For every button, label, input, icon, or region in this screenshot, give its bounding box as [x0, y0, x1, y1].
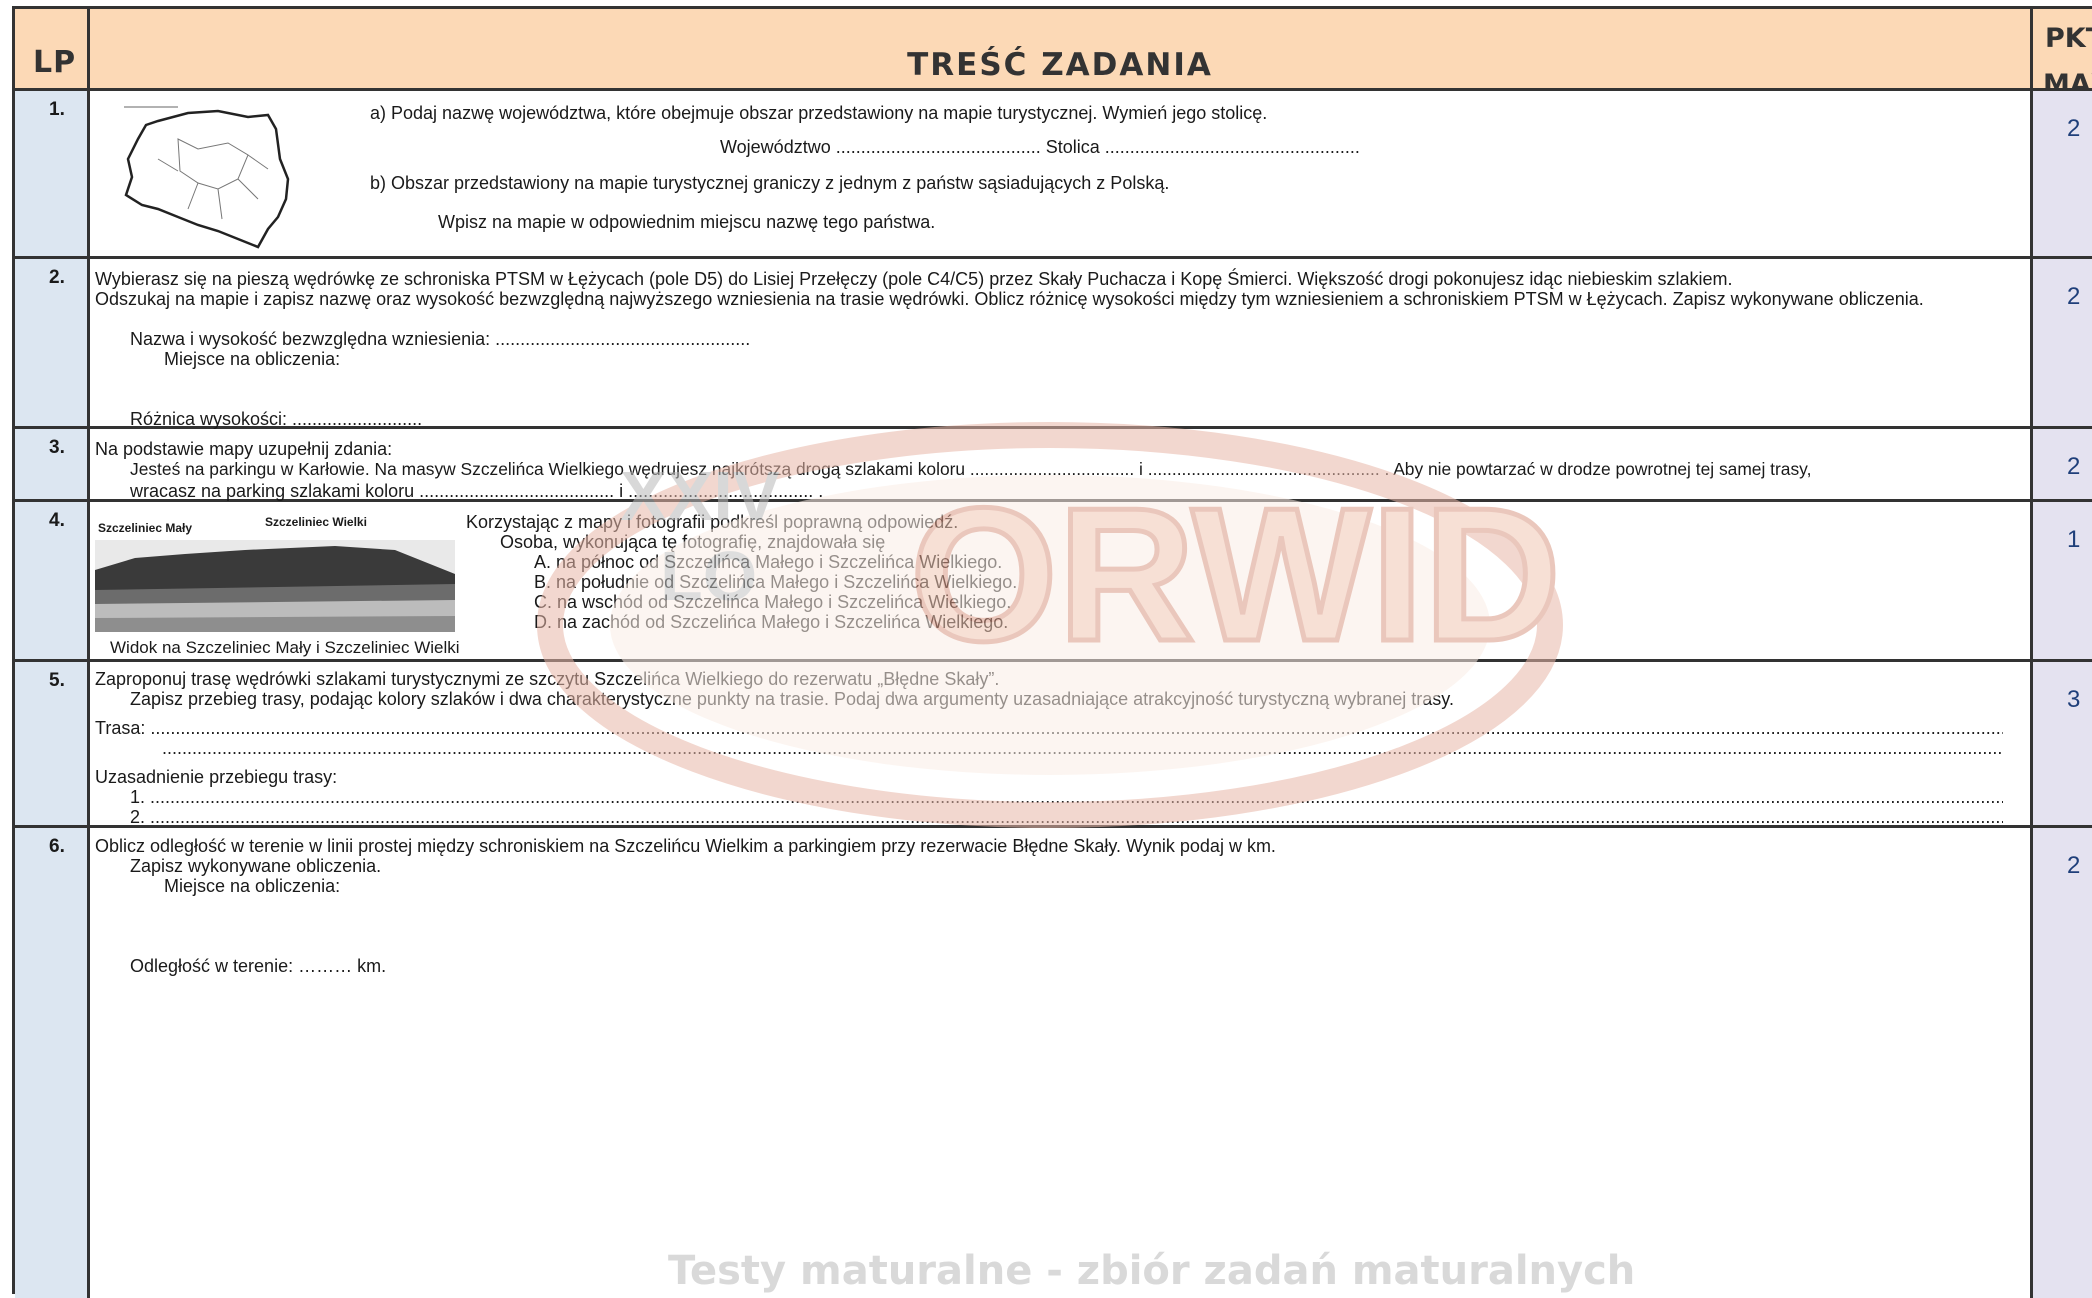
photo-label-right: Szczeliniec Wielki	[265, 515, 367, 529]
task5-justification-label: Uzasadnienie przebiegu trasy:	[95, 767, 338, 787]
task2-answer-diff: Różnica wysokości: .....................…	[130, 409, 423, 429]
pkt-cell: 2	[2033, 259, 2092, 426]
task-number: 1.	[49, 99, 65, 120]
task1-question-a: a) Podaj nazwę województwa, które obejmu…	[370, 103, 1268, 123]
table-header: LP TREŚĆ ZADANIA PKT MAX	[15, 9, 2092, 100]
lp-cell: 3.	[15, 429, 90, 499]
task1-instruction: Wpisz na mapie w odpowiednim miejscu naz…	[438, 212, 936, 232]
task-points: 3	[2067, 686, 2081, 713]
lp-cell: 2.	[15, 259, 90, 426]
lp-cell: 5.	[15, 662, 90, 825]
header-title: TREŚĆ ZADANIA	[907, 47, 1213, 83]
task-number: 5.	[49, 670, 65, 691]
task2-question: Odszukaj na mapie i zapisz nazwę oraz wy…	[95, 289, 1924, 309]
task4-instruction: Korzystając z mapy i fotografii podkreśl…	[466, 512, 959, 532]
task2-answer-name: Nazwa i wysokość bezwzględna wzniesienia…	[130, 329, 751, 349]
task5-question: Zapisz przebieg trasy, podając kolory sz…	[130, 689, 1454, 709]
task-number: 3.	[49, 437, 65, 458]
task-row-3: 3. Na podstawie mapy uzupełnij zdania: J…	[15, 429, 2092, 502]
photo-caption: Widok na Szczeliniec Mały i Szczeliniec …	[110, 638, 460, 657]
photo-label-left: Szczeliniec Mały	[98, 521, 193, 535]
task-points: 1	[2067, 526, 2081, 553]
task5-route-line-2: ........................................…	[162, 738, 2002, 758]
task-row-1: 1. a) Podaj nazwę województwa, które obe…	[15, 91, 2092, 259]
task-number: 4.	[49, 510, 65, 531]
task3-intro: Na podstawie mapy uzupełnij zdania:	[95, 439, 393, 459]
header-pkt-cell: PKT MAX	[2033, 9, 2092, 100]
header-lp: LP	[33, 45, 77, 80]
lp-cell: 4.	[15, 502, 90, 659]
pkt-cell: 2	[2033, 91, 2092, 256]
task-content: Na podstawie mapy uzupełnij zdania: Jest…	[90, 429, 2033, 501]
task-row-4: 4. Szczeliniec Mały Szczeliniec Wielki W…	[15, 502, 2092, 662]
task6-instruction: Zapisz wykonywane obliczenia.	[130, 856, 382, 876]
task-number: 6.	[49, 836, 65, 857]
task3-sentence-1: Jesteś na parkingu w Karłowie. Na masyw …	[130, 459, 1812, 479]
task-content: Oblicz odległość w terenie w linii prost…	[90, 828, 2033, 1298]
task-row-2: 2. Wybierasz się na pieszą wędrówkę ze s…	[15, 259, 2092, 429]
task4-stem: Osoba, wykonująca tę fotografię, znajdow…	[500, 532, 886, 552]
task-points: 2	[2067, 115, 2081, 142]
poland-map-icon	[124, 106, 290, 249]
task3-sentence-2: wracasz na parking szlakami koloru .....…	[130, 481, 824, 501]
task-content: Zaproponuj trasę wędrówki szlakami turys…	[90, 662, 2033, 825]
task-content: Wybierasz się na pieszą wędrówkę ze schr…	[90, 259, 2033, 429]
task6-answer: Odległość w terenie: ……… km.	[130, 956, 387, 976]
task-content: Szczeliniec Mały Szczeliniec Wielki Wido…	[90, 502, 2033, 659]
task-points: 2	[2067, 852, 2081, 879]
pkt-cell: 1	[2033, 502, 2092, 659]
option-a: A. na północ od Szczelińca Małego i Szcz…	[534, 552, 1003, 572]
task6-calc-space: Miejsce na obliczenia:	[164, 876, 341, 896]
header-pkt: PKT	[2045, 23, 2092, 54]
task2-calc-space: Miejsce na obliczenia:	[164, 349, 341, 369]
task5-intro: Zaproponuj trasę wędrówki szlakami turys…	[95, 669, 1000, 689]
task5-argument-2: 2. .....................................…	[130, 807, 2003, 825]
lp-cell: 1.	[15, 91, 90, 256]
option-d: D. na zachód od Szczelińca Małego i Szcz…	[534, 612, 1009, 632]
task5-route-line-1: Trasa: .................................…	[95, 718, 2003, 738]
task1-question-b: b) Obszar przedstawiony na mapie turysty…	[370, 173, 1170, 193]
task5-argument-1: 1. .....................................…	[130, 787, 2003, 807]
task6-question: Oblicz odległość w terenie w linii prost…	[95, 836, 1276, 856]
task1-answer-line: Województwo ............................…	[720, 137, 1360, 157]
pkt-cell: 3	[2033, 662, 2092, 825]
option-c: C. na wschód od Szczelińca Małego i Szcz…	[534, 592, 1012, 612]
pkt-cell: 2	[2033, 828, 2092, 1298]
task-points: 2	[2067, 283, 2081, 310]
header-lp-cell: LP	[15, 9, 90, 88]
task-points: 2	[2067, 453, 2081, 480]
header-content-cell: TREŚĆ ZADANIA	[90, 9, 2033, 88]
option-b: B. na południe od Szczelińca Małego i Sz…	[534, 572, 1018, 592]
task-content: a) Podaj nazwę województwa, które obejmu…	[90, 91, 2033, 256]
task-number: 2.	[49, 267, 65, 288]
task-row-6: 6. Oblicz odległość w terenie w linii pr…	[15, 828, 2092, 1298]
mountain-photo	[95, 540, 455, 632]
footer-watermark: Testy maturalne - zbiór zadań maturalnyc…	[668, 1248, 1636, 1294]
pkt-cell: 2	[2033, 429, 2092, 499]
task-row-5: 5. Zaproponuj trasę wędrówki szlakami tu…	[15, 662, 2092, 828]
task2-intro: Wybierasz się na pieszą wędrówkę ze schr…	[95, 269, 1733, 289]
task-table: LP TREŚĆ ZADANIA PKT MAX 1. a) Podaj naz…	[12, 6, 2092, 1298]
lp-cell: 6.	[15, 828, 90, 1298]
